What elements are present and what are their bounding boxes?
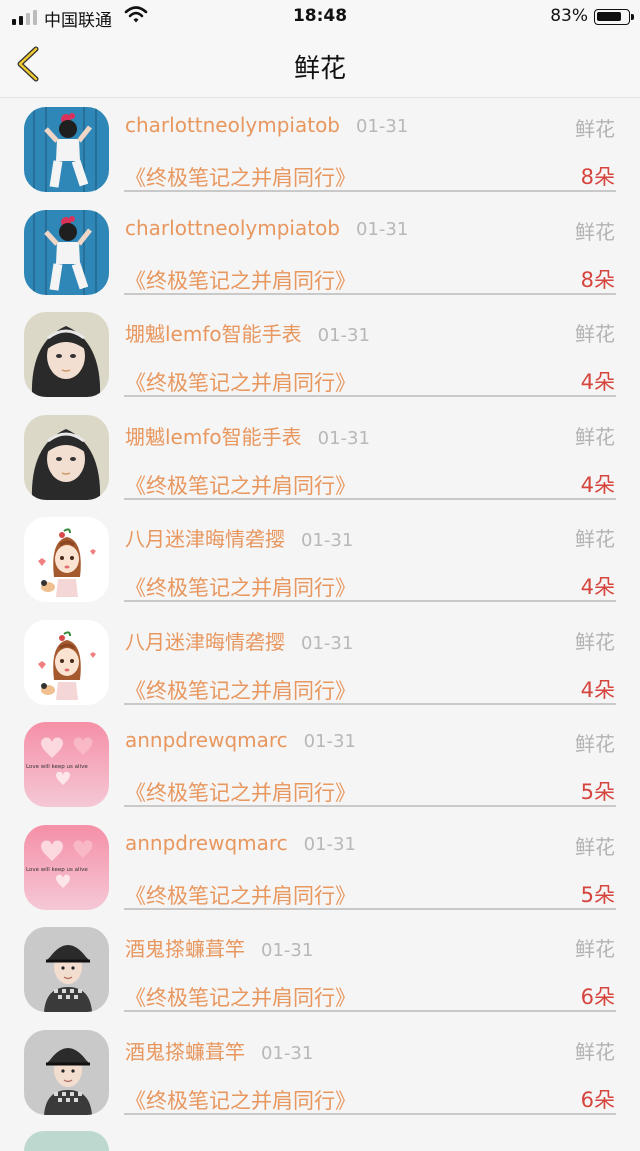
book-title[interactable]: 《终极笔记之并肩同行》 xyxy=(125,367,356,397)
nav-bar: 鲜花 xyxy=(0,32,640,98)
divider xyxy=(124,292,616,295)
svg-text:Love will keep us alive: Love will keep us alive xyxy=(26,867,88,873)
book-title[interactable]: 《终极笔记之并肩同行》 xyxy=(125,265,356,295)
book-title[interactable]: 《终极笔记之并肩同行》 xyxy=(125,982,356,1012)
avatar[interactable]: Love will keep us alive xyxy=(24,722,109,807)
divider xyxy=(124,190,616,192)
list-item[interactable]: 酒鬼搽蠊葺竿 01-31 鲜花 《终极笔记之并肩同行》 6朵 xyxy=(0,1022,640,1125)
divider xyxy=(124,497,616,500)
flower-count: 4朵 xyxy=(580,472,615,497)
flower-count: 8朵 xyxy=(580,267,615,292)
status-time: 18:48 xyxy=(292,6,348,26)
gift-type: 鲜花 xyxy=(575,1039,615,1064)
list-item[interactable]: 堋魆lemfo智能手表 01-31 鲜花 《终极笔记之并肩同行》 4朵 xyxy=(0,407,640,510)
date-label: 01-31 xyxy=(356,116,409,137)
list-item[interactable]: 堋魆lemfo智能手表 01-31 鲜花 《终极笔记之并肩同行》 4朵 xyxy=(0,304,640,407)
list-item[interactable]: Love will keep us alive annpdrewqmarc 01-… xyxy=(0,714,640,817)
username: 堋魆lemfo智能手表 01-31 xyxy=(125,424,370,449)
username: charlottneolympiatob 01-31 xyxy=(125,113,409,137)
avatar[interactable] xyxy=(24,312,109,397)
username: annpdrewqmarc 01-31 xyxy=(125,830,356,855)
list-item[interactable]: Love will keep us alive annpdrewqmarc 01-… xyxy=(0,817,640,920)
book-title[interactable]: 《终极笔记之并肩同行》 xyxy=(125,162,356,192)
partial-avatar xyxy=(24,1131,109,1151)
flower-count: 4朵 xyxy=(580,370,615,394)
gift-type: 鲜花 xyxy=(575,527,615,551)
date-label: 01-31 xyxy=(301,530,354,551)
page-title: 鲜花 xyxy=(293,54,346,84)
flower-count: 4朵 xyxy=(580,575,615,599)
avatar[interactable] xyxy=(24,517,109,602)
date-label: 01-31 xyxy=(317,427,370,449)
date-label: 01-31 xyxy=(356,218,409,240)
avatar[interactable] xyxy=(24,209,109,295)
username: 酒鬼搽蠊葺竿 01-31 xyxy=(125,937,314,961)
gift-type: 鲜花 xyxy=(575,322,615,346)
username: 堋魆lemfo智能手表 01-31 xyxy=(125,322,370,346)
divider xyxy=(124,1010,616,1012)
list-item[interactable]: charlottneolympiatob 01-31 鲜花 《终极笔记之并肩同行》… xyxy=(0,202,640,305)
book-title[interactable]: 《终极笔记之并肩同行》 xyxy=(125,470,356,500)
gift-type: 鲜花 xyxy=(575,117,615,141)
username: charlottneolympiatob 01-31 xyxy=(125,215,409,240)
gift-type: 鲜花 xyxy=(575,834,615,859)
flower-list: charlottneolympiatob 01-31 鲜花 《终极笔记之并肩同行》… xyxy=(0,99,640,1124)
username: 八月迷津晦情砻撄 01-31 xyxy=(125,629,354,654)
divider xyxy=(124,907,616,910)
svg-text:Love will keep us alive: Love will keep us alive xyxy=(26,764,88,770)
list-item[interactable]: 八月迷津晦情砻撄 01-31 鲜花 《终极笔记之并肩同行》 4朵 xyxy=(0,509,640,612)
flower-count: 6朵 xyxy=(580,985,615,1009)
username: annpdrewqmarc 01-31 xyxy=(125,728,356,752)
avatar[interactable]: Love will keep us alive xyxy=(24,824,109,910)
gift-type: 鲜花 xyxy=(575,424,615,449)
book-title[interactable]: 《终极笔记之并肩同行》 xyxy=(125,675,356,705)
list-item[interactable]: 酒鬼搽蠊葺竿 01-31 鲜花 《终极笔记之并肩同行》 6朵 xyxy=(0,919,640,1022)
date-label: 01-31 xyxy=(303,833,356,855)
avatar[interactable] xyxy=(24,1029,109,1115)
date-label: 01-31 xyxy=(261,940,314,961)
book-title[interactable]: 《终极笔记之并肩同行》 xyxy=(125,880,356,910)
gift-type: 鲜花 xyxy=(575,219,615,244)
book-title[interactable]: 《终极笔记之并肩同行》 xyxy=(125,572,356,602)
book-title[interactable]: 《终极笔记之并肩同行》 xyxy=(125,1085,356,1115)
date-label: 01-31 xyxy=(261,1042,314,1064)
flower-count: 5朵 xyxy=(580,780,615,804)
avatar[interactable] xyxy=(24,414,109,500)
divider xyxy=(124,1112,616,1115)
gift-type: 鲜花 xyxy=(575,732,615,756)
gift-type: 鲜花 xyxy=(575,937,615,961)
avatar[interactable] xyxy=(24,619,109,705)
divider xyxy=(124,702,616,705)
status-bar: 中国联通 18:48 83% xyxy=(0,0,640,32)
divider xyxy=(124,395,616,397)
list-item[interactable]: 八月迷津晦情砻撄 01-31 鲜花 《终极笔记之并肩同行》 4朵 xyxy=(0,612,640,715)
username: 八月迷津晦情砻撄 01-31 xyxy=(125,527,354,551)
flower-count: 4朵 xyxy=(580,677,615,702)
divider xyxy=(124,600,616,602)
battery-percent: 83% xyxy=(550,6,588,26)
flower-count: 5朵 xyxy=(580,882,615,907)
date-label: 01-31 xyxy=(301,632,354,654)
date-label: 01-31 xyxy=(303,731,356,752)
divider xyxy=(124,805,616,807)
date-label: 01-31 xyxy=(317,325,370,346)
list-item[interactable]: charlottneolympiatob 01-31 鲜花 《终极笔记之并肩同行》… xyxy=(0,99,640,202)
avatar[interactable] xyxy=(24,107,109,192)
gift-type: 鲜花 xyxy=(575,629,615,654)
flower-count: 8朵 xyxy=(580,165,615,189)
book-title[interactable]: 《终极笔记之并肩同行》 xyxy=(125,777,356,807)
avatar[interactable] xyxy=(24,927,109,1012)
battery-icon xyxy=(594,9,634,25)
username: 酒鬼搽蠊葺竿 01-31 xyxy=(125,1039,314,1064)
flower-count: 6朵 xyxy=(580,1087,615,1112)
